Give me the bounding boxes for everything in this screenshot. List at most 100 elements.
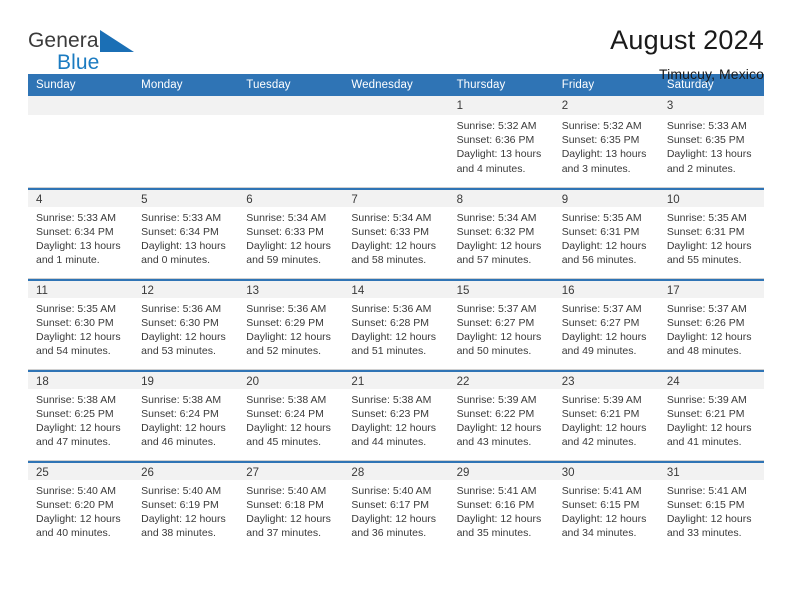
sunset-text: Sunset: 6:29 PM xyxy=(246,316,324,329)
calendar-day-cell[interactable]: 27 Sunrise: 5:40 AM Sunset: 6:18 PM Dayligh… xyxy=(238,459,344,551)
sunrise-text: Sunrise: 5:36 AM xyxy=(351,302,432,315)
day-info: Sunrise: 5:35 AM Sunset: 6:31 PM Daylight:… xyxy=(554,207,659,268)
calendar-day-cell[interactable]: 4 Sunrise: 5:33 AM Sunset: 6:34 PM Daylight… xyxy=(28,186,134,278)
sunset-text: Sunset: 6:22 PM xyxy=(456,407,535,420)
daylight-text: Daylight: 12 hours and 57 minutes. xyxy=(456,239,542,267)
calendar-day-cell[interactable]: 30 Sunrise: 5:41 AM Sunset: 6:15 PM Dayligh… xyxy=(553,459,659,551)
calendar-day-cell[interactable]: 7 Sunrise: 5:34 AM Sunset: 6:33 PM Daylight… xyxy=(343,186,449,278)
calendar-day-cell[interactable]: 5 Sunrise: 5:33 AM Sunset: 6:34 PM Daylight… xyxy=(133,186,239,278)
sunrise-text: Sunrise: 5:41 AM xyxy=(456,484,537,497)
sunrise-text: Sunrise: 5:33 AM xyxy=(141,211,222,224)
calendar-body: 1 Sunrise: 5:32 AM Sunset: 6:36 PM Daylight… xyxy=(28,96,764,551)
calendar-day-cell[interactable]: 1 Sunrise: 5:32 AM Sunset: 6:36 PM Daylight… xyxy=(448,96,554,187)
sunset-text: Sunset: 6:24 PM xyxy=(246,407,324,420)
day-number: 19 xyxy=(133,369,239,389)
calendar-day-cell[interactable]: 31 Sunrise: 5:41 AM Sunset: 6:15 PM Dayligh… xyxy=(658,459,764,551)
calendar-day-cell[interactable]: 29 Sunrise: 5:41 AM Sunset: 6:16 PM Dayligh… xyxy=(448,459,554,551)
sunset-text: Sunset: 6:23 PM xyxy=(351,407,430,420)
calendar-day-cell[interactable]: 12 Sunrise: 5:36 AM Sunset: 6:30 PM Dayligh… xyxy=(133,277,239,369)
calendar-day-cell[interactable]: 6 Sunrise: 5:34 AM Sunset: 6:33 PM Daylight… xyxy=(238,186,344,278)
daylight-text: Daylight: 13 hours and 2 minutes. xyxy=(666,148,752,175)
weekday-header-wednesday: Wednesday xyxy=(343,74,449,96)
sunrise-text: Sunrise: 5:40 AM xyxy=(36,484,116,497)
day-number: 10 xyxy=(658,187,764,207)
day-info: Sunrise: 5:41 AM Sunset: 6:15 PM Daylight:… xyxy=(659,480,764,541)
daylight-text: Daylight: 12 hours and 53 minutes. xyxy=(141,330,226,358)
daylight-text: Daylight: 12 hours and 54 minutes. xyxy=(36,330,121,358)
calendar-day-cell[interactable]: 8 Sunrise: 5:34 AM Sunset: 6:32 PM Daylight… xyxy=(448,186,554,278)
sunrise-text: Sunrise: 5:38 AM xyxy=(246,393,327,406)
sunrise-text: Sunrise: 5:38 AM xyxy=(351,393,432,406)
day-number: 11 xyxy=(28,278,134,298)
calendar-day-cell[interactable]: 24 Sunrise: 5:39 AM Sunset: 6:21 PM Dayligh… xyxy=(658,368,764,460)
brand-logo[interactable]: General Blue xyxy=(28,26,148,73)
calendar-day-cell[interactable]: 26 Sunrise: 5:40 AM Sunset: 6:19 PM Dayligh… xyxy=(133,459,239,551)
day-info: Sunrise: 5:38 AM Sunset: 6:23 PM Daylight:… xyxy=(343,389,448,450)
daylight-text: Daylight: 12 hours and 34 minutes. xyxy=(561,512,647,540)
daylight-text: Daylight: 12 hours and 36 minutes. xyxy=(351,512,437,540)
day-number: 14 xyxy=(343,278,449,298)
daylight-text: Daylight: 13 hours and 4 minutes. xyxy=(456,148,542,175)
daylight-text: Daylight: 12 hours and 50 minutes. xyxy=(456,330,542,358)
calendar-day-cell[interactable]: 25 Sunrise: 5:40 AM Sunset: 6:20 PM Dayligh… xyxy=(28,459,134,551)
brand-logo-primary-text: General xyxy=(28,29,104,52)
sunrise-text: Sunrise: 5:38 AM xyxy=(36,393,116,406)
calendar-day-cell[interactable]: 21 Sunrise: 5:38 AM Sunset: 6:23 PM Dayligh… xyxy=(343,368,449,460)
day-info: Sunrise: 5:40 AM Sunset: 6:20 PM Daylight:… xyxy=(28,480,133,541)
calendar-day-cell[interactable]: 28 Sunrise: 5:40 AM Sunset: 6:17 PM Dayligh… xyxy=(343,459,449,551)
sunset-text: Sunset: 6:16 PM xyxy=(456,498,535,511)
day-number: 9 xyxy=(553,187,659,207)
day-number: 22 xyxy=(448,369,554,389)
day-number: 29 xyxy=(448,460,554,480)
calendar-day-cell[interactable]: 17 Sunrise: 5:37 AM Sunset: 6:26 PM Dayligh… xyxy=(658,277,764,369)
daylight-text: Daylight: 13 hours and 0 minutes. xyxy=(141,239,226,267)
day-number: 7 xyxy=(343,187,449,207)
calendar-day-cell[interactable]: 22 Sunrise: 5:39 AM Sunset: 6:22 PM Dayligh… xyxy=(448,368,554,460)
sunrise-text: Sunrise: 5:32 AM xyxy=(561,120,642,132)
calendar-day-cell[interactable]: 13 Sunrise: 5:36 AM Sunset: 6:29 PM Dayligh… xyxy=(238,277,344,369)
sunset-text: Sunset: 6:30 PM xyxy=(36,316,114,329)
sunrise-text: Sunrise: 5:34 AM xyxy=(456,211,537,224)
day-info: Sunrise: 5:33 AM Sunset: 6:34 PM Daylight:… xyxy=(28,207,133,268)
day-number: 17 xyxy=(658,278,764,298)
day-number: 1 xyxy=(448,96,554,115)
day-info: Sunrise: 5:41 AM Sunset: 6:15 PM Daylight:… xyxy=(554,480,659,541)
daylight-text: Daylight: 12 hours and 43 minutes. xyxy=(456,421,542,449)
day-number: 13 xyxy=(238,278,344,298)
calendar-day-cell[interactable]: 14 Sunrise: 5:36 AM Sunset: 6:28 PM Dayligh… xyxy=(343,277,449,369)
calendar-day-cell[interactable]: 15 Sunrise: 5:37 AM Sunset: 6:27 PM Dayligh… xyxy=(448,277,554,369)
day-info: Sunrise: 5:36 AM Sunset: 6:29 PM Daylight:… xyxy=(238,298,343,359)
sunset-text: Sunset: 6:31 PM xyxy=(561,225,640,238)
day-number: 21 xyxy=(343,369,449,389)
day-info: Sunrise: 5:32 AM Sunset: 6:36 PM Daylight:… xyxy=(449,115,554,176)
sunset-text: Sunset: 6:15 PM xyxy=(561,498,640,511)
day-number: 12 xyxy=(133,278,239,298)
sunrise-text: Sunrise: 5:39 AM xyxy=(561,393,642,406)
day-info: Sunrise: 5:33 AM Sunset: 6:35 PM Daylight:… xyxy=(659,115,764,176)
calendar-week-row: 11 Sunrise: 5:35 AM Sunset: 6:30 PM Dayligh… xyxy=(28,277,764,369)
calendar-day-cell[interactable]: 16 Sunrise: 5:37 AM Sunset: 6:27 PM Dayligh… xyxy=(553,277,659,369)
calendar-day-cell[interactable]: 23 Sunrise: 5:39 AM Sunset: 6:21 PM Dayligh… xyxy=(553,368,659,460)
calendar-day-cell[interactable]: 20 Sunrise: 5:38 AM Sunset: 6:24 PM Dayligh… xyxy=(238,368,344,460)
calendar-day-cell[interactable]: 2 Sunrise: 5:32 AM Sunset: 6:35 PM Daylight… xyxy=(553,96,659,187)
sunset-text: Sunset: 6:25 PM xyxy=(36,407,114,420)
sunset-text: Sunset: 6:27 PM xyxy=(561,316,640,329)
calendar-day-cell[interactable]: 10 Sunrise: 5:35 AM Sunset: 6:31 PM Dayligh… xyxy=(658,186,764,278)
daylight-text: Daylight: 12 hours and 33 minutes. xyxy=(666,512,752,540)
day-number: 23 xyxy=(553,369,659,389)
weekday-header-thursday: Thursday xyxy=(448,74,554,96)
page-title: August 2024 xyxy=(610,25,764,55)
calendar-day-cell[interactable]: 18 Sunrise: 5:38 AM Sunset: 6:25 PM Dayligh… xyxy=(28,368,134,460)
sunset-text: Sunset: 6:28 PM xyxy=(351,316,430,329)
daylight-text: Daylight: 13 hours and 3 minutes. xyxy=(561,148,647,175)
calendar-day-cell[interactable]: 9 Sunrise: 5:35 AM Sunset: 6:31 PM Daylight… xyxy=(553,186,659,278)
day-number: 30 xyxy=(553,460,659,480)
calendar-day-cell[interactable]: 11 Sunrise: 5:35 AM Sunset: 6:30 PM Dayligh… xyxy=(28,277,134,369)
sunset-text: Sunset: 6:33 PM xyxy=(351,225,430,238)
calendar-day-cell[interactable]: 19 Sunrise: 5:38 AM Sunset: 6:24 PM Dayligh… xyxy=(133,368,239,460)
day-info: Sunrise: 5:35 AM Sunset: 6:30 PM Daylight:… xyxy=(28,298,133,359)
day-info: Sunrise: 5:37 AM Sunset: 6:27 PM Daylight:… xyxy=(449,298,554,359)
sunrise-text: Sunrise: 5:40 AM xyxy=(246,484,327,497)
calendar-day-cell[interactable]: 3 Sunrise: 5:33 AM Sunset: 6:35 PM Daylight… xyxy=(658,96,764,187)
calendar-table: Sunday Monday Tuesday Wednesday Thursday Frid… xyxy=(28,74,764,551)
